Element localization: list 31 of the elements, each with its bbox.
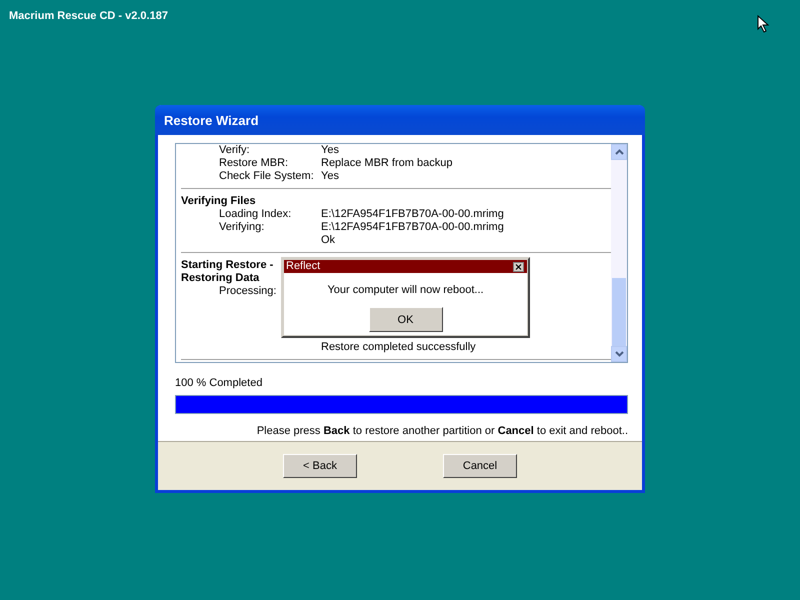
progress-label: 100 % Completed bbox=[175, 377, 264, 390]
log-label: Verify: bbox=[219, 144, 250, 156]
cancel-button[interactable]: Cancel bbox=[443, 454, 517, 478]
pointer-icon bbox=[757, 15, 771, 33]
scroll-up-icon[interactable] bbox=[611, 144, 627, 160]
ok-button[interactable]: OK bbox=[368, 307, 442, 332]
log-label: Verifying: bbox=[219, 221, 264, 233]
log-label: Restore MBR: bbox=[219, 157, 288, 169]
log-value: Yes bbox=[321, 170, 339, 183]
back-button[interactable]: < Back bbox=[283, 454, 357, 478]
log-value: Restore completed successfully bbox=[321, 341, 476, 354]
log-label: Processing: bbox=[219, 285, 276, 297]
section-heading: Restoring Data bbox=[181, 272, 260, 285]
close-icon[interactable] bbox=[513, 262, 524, 272]
scroll-thumb[interactable] bbox=[612, 278, 626, 346]
log-value: Yes bbox=[321, 144, 339, 157]
section-heading: Verifying Files bbox=[181, 195, 256, 208]
log-value: Ok bbox=[321, 234, 336, 247]
scrollbar[interactable] bbox=[611, 144, 627, 362]
section-heading: Starting Restore - bbox=[181, 259, 274, 272]
log-value: Replace MBR from backup bbox=[321, 157, 452, 170]
instruction-text: Please press Back to restore another partition or Cancel to exit and reboot.. bbox=[256, 425, 628, 437]
scroll-down-icon[interactable] bbox=[611, 346, 627, 362]
dialog-title: Reflect bbox=[286, 260, 320, 273]
log-label: Loading Index: bbox=[219, 208, 292, 220]
dialog-message: Your computer will now reboot... bbox=[326, 284, 485, 296]
window-title: Restore Wizard bbox=[155, 105, 645, 135]
log-value: E:\12FA954F1FB7B70A-00-00.mrimg bbox=[321, 221, 504, 234]
log-value: E:\12FA954F1FB7B70A-00-00.mrimg bbox=[321, 208, 504, 221]
desktop-title: Macrium Rescue CD - v2.0.187 bbox=[9, 10, 168, 22]
log-label: Check File System: bbox=[219, 170, 314, 182]
